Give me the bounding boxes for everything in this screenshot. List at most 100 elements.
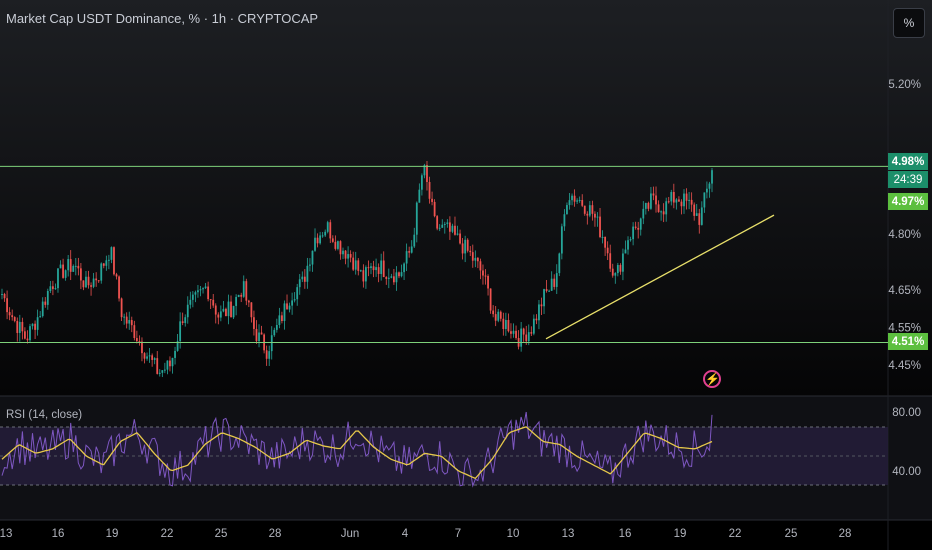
candle-body xyxy=(398,272,400,277)
candle-body xyxy=(179,321,182,342)
candle-body xyxy=(324,231,327,236)
candle-body xyxy=(420,175,423,190)
time-tick-label: 19 xyxy=(106,528,119,540)
candle-body xyxy=(13,317,16,321)
candle-body xyxy=(141,341,143,354)
candle-body xyxy=(265,350,268,359)
candle-body xyxy=(606,247,609,254)
percent-scale-button[interactable]: % xyxy=(893,8,925,38)
candle-body xyxy=(494,314,497,321)
candle-body xyxy=(474,257,477,261)
candle-body xyxy=(275,325,278,330)
candle-body xyxy=(225,308,227,317)
candle-body xyxy=(543,289,545,307)
chart-canvas[interactable]: 5.20%4.80%4.65%4.55%4.45% 80.0040.00 13 1… xyxy=(0,0,932,550)
candle-body xyxy=(566,205,568,215)
time-tick-label: 25 xyxy=(215,528,228,540)
candle-body xyxy=(438,227,441,229)
candle-body xyxy=(26,338,29,341)
candle-body xyxy=(382,260,385,278)
candle-body xyxy=(197,290,199,293)
candle-body xyxy=(698,213,701,225)
candle-body xyxy=(128,320,131,324)
candle-body xyxy=(138,341,141,343)
candle-body xyxy=(357,260,360,271)
candle-body xyxy=(578,200,581,202)
candle-body xyxy=(560,226,563,254)
candle-body xyxy=(163,369,166,371)
candle-body xyxy=(443,223,446,225)
candle-body xyxy=(344,250,347,259)
candle-body xyxy=(403,263,405,273)
candle-body xyxy=(130,320,133,326)
candle-body xyxy=(655,195,657,205)
candle-body xyxy=(219,311,222,318)
price-tick-label: 4.80% xyxy=(888,229,921,241)
candle-body xyxy=(527,332,530,342)
candle-body xyxy=(321,235,324,237)
candle-body xyxy=(667,201,670,203)
candle-body xyxy=(161,370,164,373)
candle-body xyxy=(637,227,640,230)
candle-body xyxy=(583,205,586,214)
candle-body xyxy=(326,222,329,232)
candle-body xyxy=(115,274,118,277)
candle-body xyxy=(706,188,708,193)
candle-body xyxy=(380,260,383,274)
candle-body xyxy=(665,201,668,215)
candle-body xyxy=(232,305,235,318)
time-tick-label: 28 xyxy=(839,528,852,540)
candle-body xyxy=(337,241,339,249)
candle-body xyxy=(191,294,194,300)
candle-body xyxy=(390,276,393,278)
candle-body xyxy=(428,182,431,199)
candle-body xyxy=(614,273,617,276)
candle-body xyxy=(212,299,215,306)
candle-body xyxy=(436,216,439,229)
candle-body xyxy=(237,294,240,297)
candle-body xyxy=(632,226,635,240)
candle-body xyxy=(385,277,388,279)
candle-body xyxy=(599,216,601,238)
candle-body xyxy=(153,358,156,360)
candle-body xyxy=(41,301,44,317)
candle-body xyxy=(69,259,72,272)
candle-body xyxy=(278,315,281,326)
lightning-icon[interactable]: ⚡ xyxy=(703,370,721,388)
candle-body xyxy=(283,303,286,322)
candle-body xyxy=(281,315,283,322)
candle-body xyxy=(515,330,517,338)
candle-body xyxy=(525,334,528,342)
candle-body xyxy=(367,267,370,269)
candle-body xyxy=(410,246,413,253)
candle-body xyxy=(693,204,696,216)
candle-body xyxy=(408,251,411,253)
candle-body xyxy=(627,240,629,250)
candle-body xyxy=(253,317,255,329)
candle-body xyxy=(36,317,39,330)
time-tick-label: 28 xyxy=(269,528,282,540)
candle-body xyxy=(400,272,403,277)
rsi-indicator-label[interactable]: RSI (14, close) xyxy=(6,409,82,421)
candle-body xyxy=(433,201,436,217)
candle-body xyxy=(711,170,713,184)
time-tick-label: 19 xyxy=(674,528,687,540)
candle-body xyxy=(520,328,523,347)
candle-body xyxy=(57,268,59,289)
candle-body xyxy=(548,290,551,292)
candle-body xyxy=(72,265,75,272)
candle-body xyxy=(499,311,502,319)
candle-body xyxy=(92,278,95,287)
candle-body xyxy=(588,205,591,216)
candle-body xyxy=(87,276,90,286)
candle-body xyxy=(502,318,505,329)
candle-body xyxy=(479,261,482,271)
time-tick-label: 16 xyxy=(52,528,65,540)
candle-body xyxy=(392,276,395,283)
candle-body xyxy=(194,292,197,295)
candle-body xyxy=(273,329,276,336)
candle-body xyxy=(169,360,171,367)
candle-body xyxy=(594,213,596,218)
candle-body xyxy=(680,201,683,207)
candle-body xyxy=(133,325,136,339)
